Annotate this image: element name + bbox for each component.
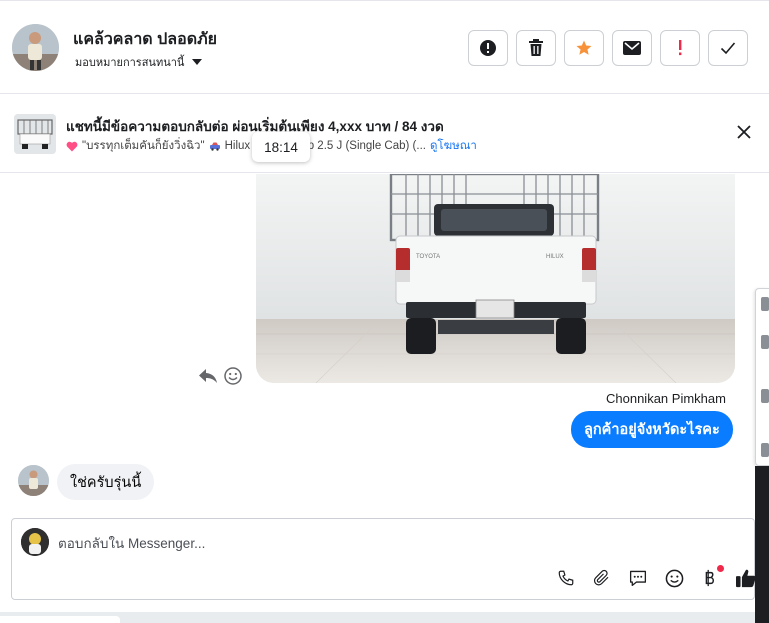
mark-spam-button[interactable] [468,30,508,66]
thumbnail-item[interactable] [761,389,769,403]
svg-text:HILUX: HILUX [546,254,564,260]
chat-bubble-icon [629,570,647,587]
side-dark-panel [755,466,769,623]
sender-name: Chonnikan Pimkham [606,391,726,406]
side-thumbnail-strip[interactable] [755,288,769,466]
ad-caption: "บรรทุกเต็มคันก็ยังวิ่งฉิว" [82,140,205,152]
outgoing-message[interactable]: ลูกค้าอยู่จังหวัดะไรคะ [571,411,733,448]
page-avatar [21,528,49,556]
mark-unread-button[interactable] [612,30,652,66]
star-icon [576,40,592,55]
assign-conversation-dropdown[interactable]: มอบหมายการสนทนานี้ [75,53,203,71]
thumbnail-item[interactable] [761,335,769,349]
header-divider [0,0,769,4]
contact-avatar[interactable] [12,24,59,71]
phone-icon [558,570,574,586]
reply-icon[interactable] [198,368,218,384]
message-thread: TOYOTA HILUX Chonnikan Pimkham ลูกค้าอยู… [0,174,769,516]
baht-icon [705,569,714,587]
composer-toolbar [555,565,757,589]
ad-context-banner: แชทนี้มีข้อความตอบกลับต่อ ผ่อนเริ่มต้นเพ… [0,95,769,173]
check-icon [720,42,736,55]
call-button[interactable] [555,567,577,589]
incoming-message[interactable]: ใช่ครับรุ่นนี้ [57,464,155,500]
ad-thumbnail[interactable] [14,114,56,154]
like-button[interactable] [735,567,757,589]
alert-circle-icon [480,40,496,56]
view-ad-link[interactable]: ดูโฆษณา [430,137,477,155]
contact-avatar-small[interactable] [18,465,49,496]
assign-label: มอบหมายการสนทนานี้ [75,57,185,69]
chevron-down-icon [192,59,203,65]
smiley-icon [665,569,683,587]
message-composer [11,518,757,600]
mark-done-button[interactable] [708,30,748,66]
emoji-button[interactable] [663,567,685,589]
contact-name[interactable]: แคล้วคลาด ปลอดภัย [73,27,217,52]
message-hover-actions [198,367,242,385]
timestamp-tooltip: 18:14 [252,132,310,162]
ad-model-suffix: mp 2.5 J (Single Cab) (... [298,140,426,152]
conversation-actions [468,30,748,66]
reply-input[interactable] [58,533,658,553]
conversation-header: แคล้วคลาด ปลอดภัย มอบหมายการสนทนานี้ [0,0,769,94]
thumbnail-item[interactable] [761,297,769,311]
heart-icon [66,141,78,151]
thumbs-up-icon [736,569,756,588]
follow-up-button[interactable] [660,30,700,66]
bottom-tab [0,616,120,623]
car-icon [209,142,220,151]
delete-button[interactable] [516,30,556,66]
close-banner-button[interactable] [735,123,753,141]
svg-text:TOYOTA: TOYOTA [416,254,440,260]
exclamation-icon [679,40,682,56]
attach-button[interactable] [591,567,613,589]
close-icon [737,125,751,139]
trash-icon [529,39,543,56]
react-smiley-icon[interactable] [224,367,242,385]
paperclip-icon [593,569,609,586]
messenger-inbox: แคล้วคลาด ปลอดภัย มอบหมายการสนทนานี้ แชท… [0,0,769,623]
ad-model-prefix: Hilux [224,140,251,152]
payment-button[interactable] [699,565,724,589]
star-button[interactable] [564,30,604,66]
envelope-icon [623,41,641,55]
attached-truck-photo[interactable]: TOYOTA HILUX [256,174,735,383]
saved-replies-button[interactable] [627,567,649,589]
thumbnail-item[interactable] [761,443,769,457]
notification-dot [717,565,724,572]
